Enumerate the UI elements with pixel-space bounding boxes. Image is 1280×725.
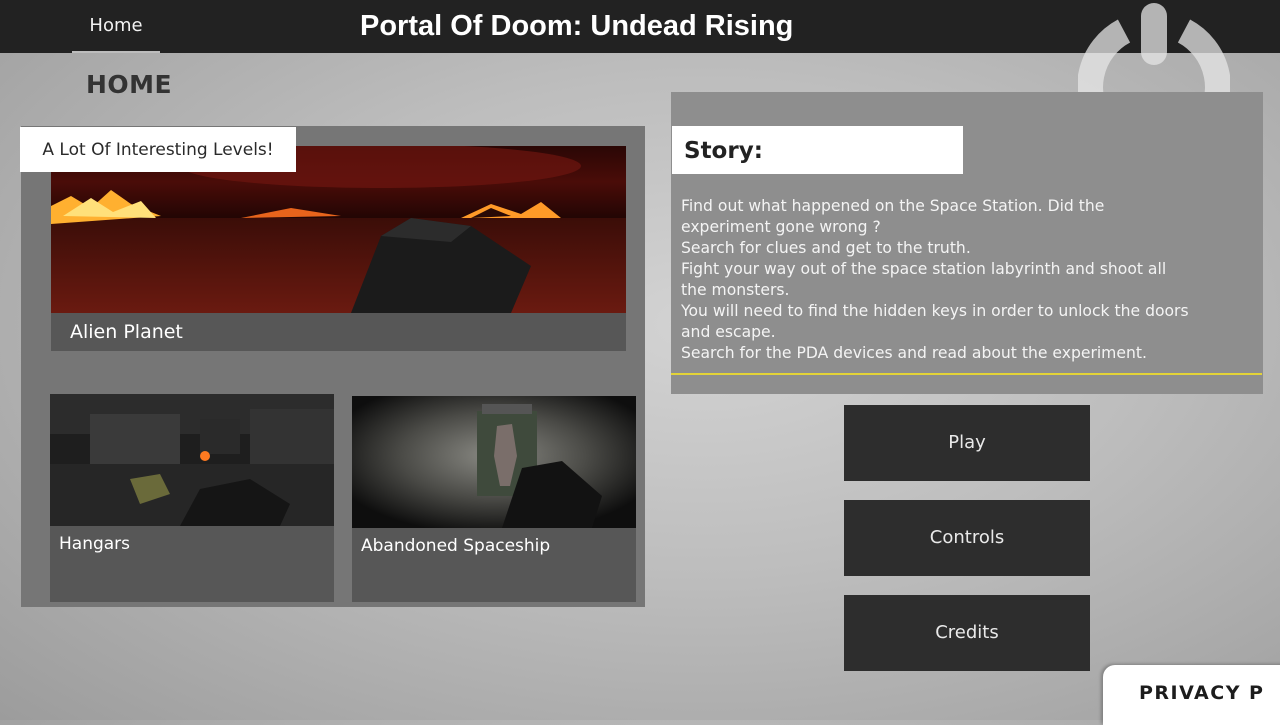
section-title: HOME xyxy=(86,70,173,99)
privacy-label: PRIVACY P xyxy=(1139,682,1265,704)
controls-button[interactable]: Controls xyxy=(844,500,1090,576)
credits-button[interactable]: Credits xyxy=(844,595,1090,671)
story-line: Fight your way out of the space station … xyxy=(681,260,1167,278)
level-card-hangars[interactable]: Hangars xyxy=(50,394,334,602)
abandoned-spaceship-thumbnail xyxy=(352,396,636,528)
hangars-thumbnail xyxy=(50,394,334,526)
story-line: You will need to find the hidden keys in… xyxy=(681,302,1189,320)
story-line: Search for the PDA devices and read abou… xyxy=(681,344,1147,362)
level-card-alien-planet[interactable]: Alien Planet xyxy=(51,146,626,351)
levels-tag: A Lot Of Interesting Levels! xyxy=(20,127,296,172)
level-label-alien-planet: Alien Planet xyxy=(70,321,183,343)
story-line: Search for clues and get to the truth. xyxy=(681,239,971,257)
home-tab[interactable]: Home xyxy=(72,0,160,53)
privacy-button[interactable]: PRIVACY P xyxy=(1103,665,1280,725)
story-line: the monsters. xyxy=(681,281,790,299)
story-line: experiment gone wrong ? xyxy=(681,218,881,236)
story-line: Find out what happened on the Space Stat… xyxy=(681,197,1105,215)
story-heading: Story: xyxy=(672,126,963,174)
level-label-hangars: Hangars xyxy=(59,534,131,554)
level-card-abandoned-spaceship[interactable]: Abandoned Spaceship xyxy=(352,396,636,602)
level-label-abandoned-spaceship: Abandoned Spaceship xyxy=(361,536,551,556)
play-button[interactable]: Play xyxy=(844,405,1090,481)
app-title: Portal Of Doom: Undead Rising xyxy=(360,10,794,42)
story-line: and escape. xyxy=(681,323,776,341)
story-text: Find out what happened on the Space Stat… xyxy=(681,196,1256,364)
story-divider xyxy=(671,373,1262,375)
